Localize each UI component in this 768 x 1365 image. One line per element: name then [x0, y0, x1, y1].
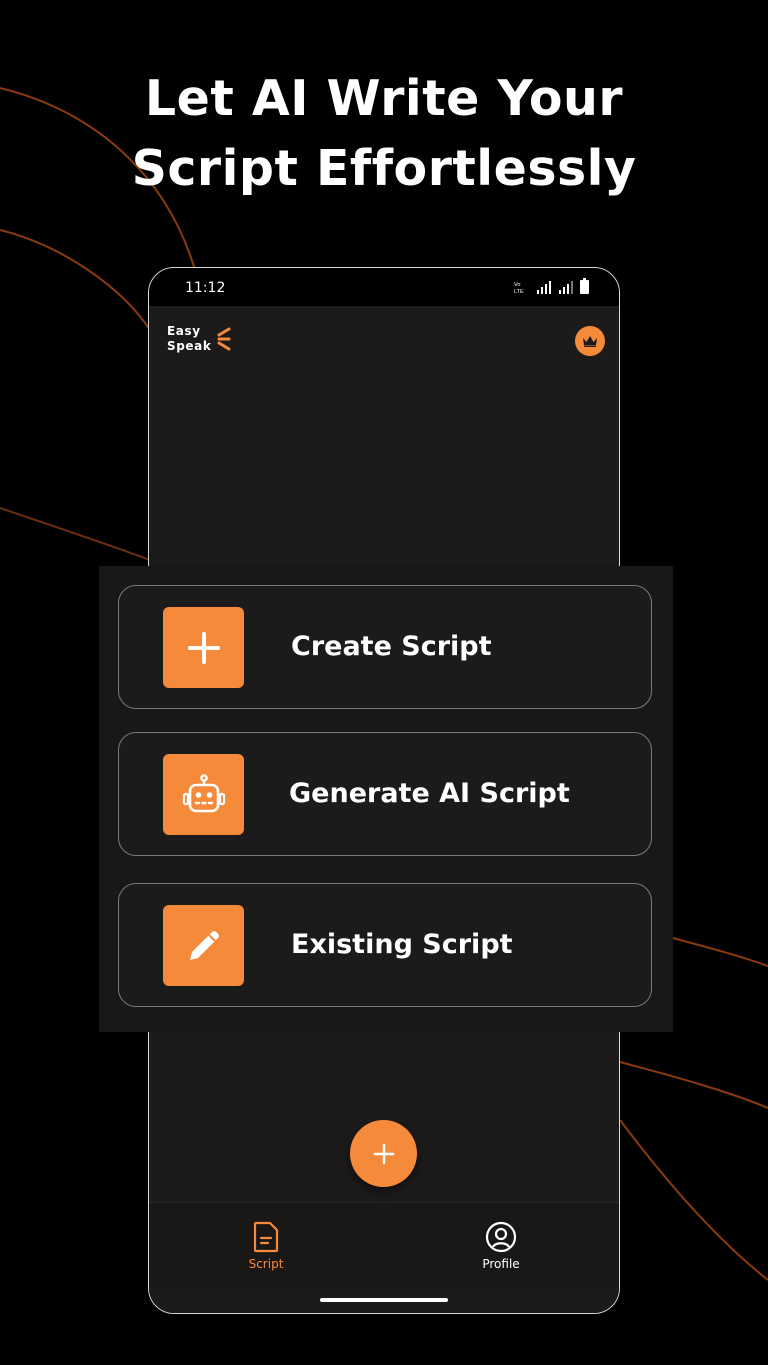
nav-label-script: Script [248, 1257, 284, 1271]
generate-ai-script-option[interactable]: Generate AI Script [118, 732, 652, 856]
plus-icon [187, 631, 220, 664]
app-logo: Easy Speak [167, 324, 231, 354]
premium-button[interactable] [575, 326, 605, 356]
status-icons: Vo LTE [514, 278, 589, 294]
create-script-option[interactable]: Create Script [118, 585, 652, 709]
battery-icon [580, 278, 589, 294]
create-script-icon-box [163, 607, 244, 688]
crown-icon [583, 336, 597, 347]
nav-item-script[interactable]: Script [216, 1221, 316, 1271]
user-circle-icon [485, 1221, 517, 1253]
status-time: 11:12 [185, 280, 226, 296]
logo-line-1: Easy [167, 324, 201, 338]
logo-mark-icon [217, 327, 231, 351]
svg-text:LTE: LTE [514, 289, 524, 294]
nav-label-profile: Profile [482, 1257, 520, 1271]
script-options-panel: Create Script Generate AI Script Existin [99, 566, 673, 1032]
existing-script-icon-box [163, 905, 244, 986]
generate-ai-script-label: Generate AI Script [289, 778, 570, 809]
headline-line-1: Let AI Write Your [144, 70, 624, 127]
logo-line-2: Speak [167, 339, 212, 353]
headline: Let AI Write Your Script Effortlessly [0, 64, 768, 204]
status-bar: 11:12 Vo LTE [149, 268, 619, 306]
bottom-navigation: Script Profile [149, 1202, 619, 1287]
logo-text: Easy Speak [167, 324, 211, 354]
home-indicator[interactable] [320, 1298, 448, 1302]
existing-script-option[interactable]: Existing Script [118, 883, 652, 1007]
robot-icon [182, 773, 225, 812]
signal-icon [559, 281, 573, 294]
create-script-label: Create Script [291, 631, 492, 662]
svg-text:Vo: Vo [514, 282, 520, 288]
pencil-icon [189, 930, 219, 960]
signal-icon [537, 281, 551, 294]
plus-icon [373, 1143, 394, 1164]
existing-script-label: Existing Script [291, 929, 513, 960]
add-script-fab[interactable] [350, 1120, 417, 1187]
generate-ai-script-icon-box [163, 754, 244, 835]
volte-icon: VoLTE [514, 282, 524, 294]
app-header: Easy Speak [149, 306, 619, 396]
document-icon [253, 1221, 279, 1253]
nav-item-profile[interactable]: Profile [451, 1221, 551, 1271]
headline-line-2: Script Effortlessly [131, 140, 637, 197]
